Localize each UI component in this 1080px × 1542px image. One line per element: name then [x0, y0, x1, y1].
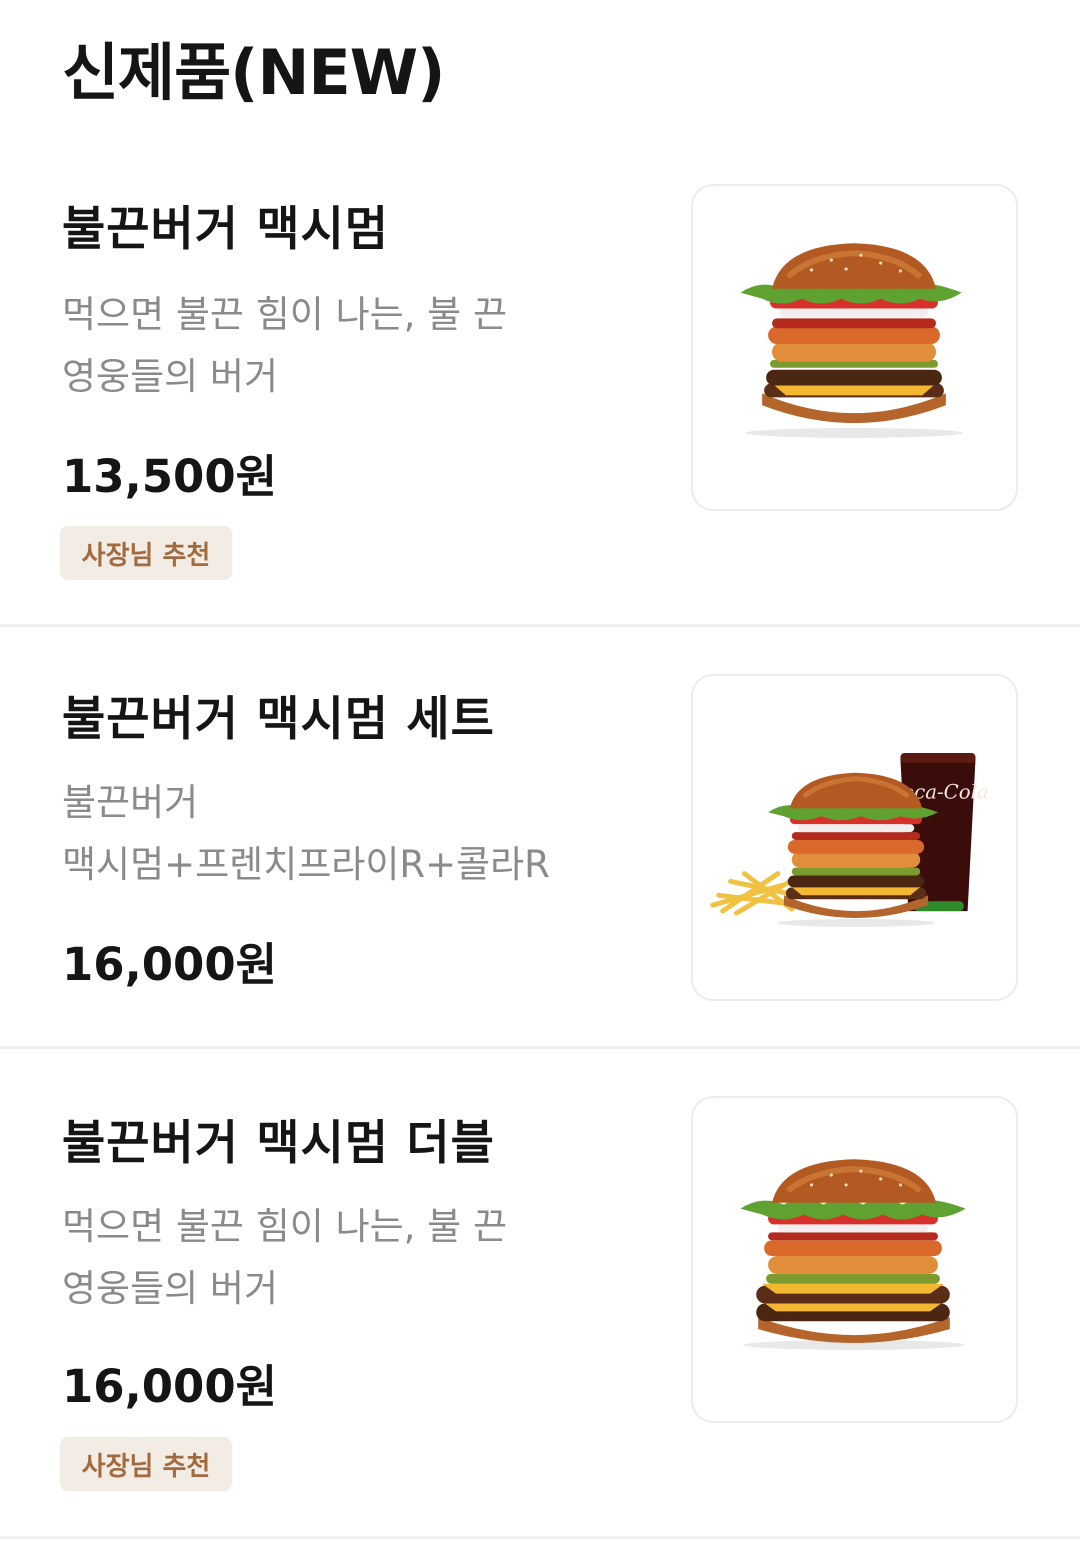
item-image[interactable]: [691, 184, 1018, 511]
item-description-line: 맥시멈+프렌치프라이R+콜라R: [62, 843, 550, 886]
item-description-line: 영웅들의 버거: [62, 1267, 279, 1310]
burger-set-image: Coca-Cola: [710, 753, 989, 927]
item-name: 불끈버거 맥시멈 세트: [62, 692, 495, 747]
divider: [0, 624, 1080, 627]
recommend-badge: 사장님 추천: [60, 1437, 232, 1491]
divider: [0, 1536, 1080, 1539]
item-price: 16,000원: [62, 938, 278, 991]
item-description-line: 먹으면 불끈 힘이 나는, 불 끈: [62, 1205, 508, 1248]
divider: [0, 1046, 1080, 1049]
item-description-line: 영웅들의 버거: [62, 355, 279, 398]
item-price: 16,000원: [62, 1360, 278, 1413]
item-description: 먹으면 불끈 힘이 나는, 불 끈 영웅들의 버거: [62, 1196, 602, 1320]
item-description: 먹으면 불끈 힘이 나는, 불 끈 영웅들의 버거: [62, 284, 602, 408]
item-image[interactable]: Coca-Cola: [691, 674, 1018, 1001]
burger-image: [740, 243, 963, 438]
section-title: 신제품(NEW): [62, 36, 445, 109]
item-description: 불끈버거 맥시멈+프렌치프라이R+콜라R: [62, 772, 602, 896]
burger-double-image: [740, 1159, 966, 1350]
item-name: 불끈버거 맥시멈: [62, 202, 390, 257]
item-description-line: 불끈버거: [62, 781, 199, 824]
item-price: 13,500원: [62, 450, 278, 503]
item-image[interactable]: [691, 1096, 1018, 1423]
item-description-line: 먹으면 불끈 힘이 나는, 불 끈: [62, 293, 508, 336]
item-name: 불끈버거 맥시멈 더블: [62, 1116, 495, 1171]
recommend-badge: 사장님 추천: [60, 526, 232, 580]
